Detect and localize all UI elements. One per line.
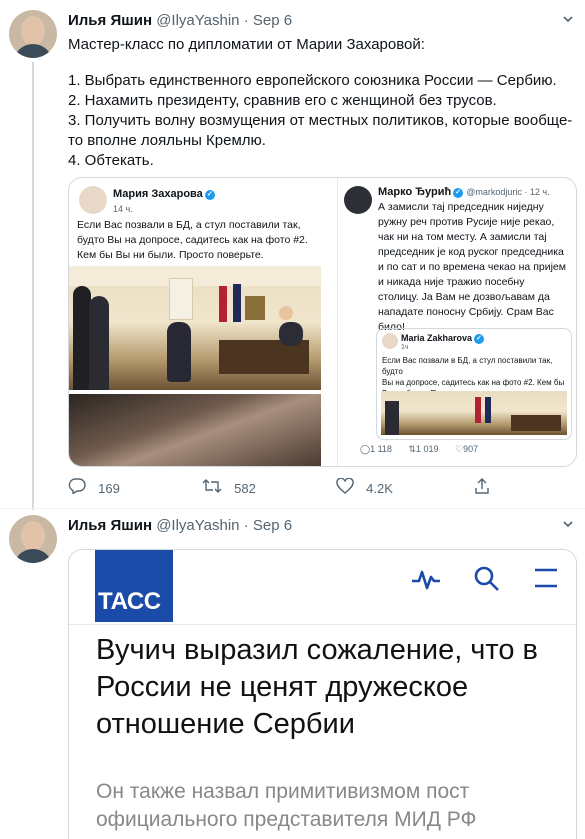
avatar[interactable] bbox=[9, 515, 57, 563]
quote-stats: ◯1 118 ⇅1 019 ♡907 bbox=[360, 444, 479, 454]
tweet-date[interactable]: · Sep 6 bbox=[244, 12, 292, 29]
chevron-down-icon[interactable] bbox=[561, 12, 575, 29]
retweet-icon bbox=[202, 479, 226, 498]
tass-subtitle: Он также назвал примитивизмом пост офици… bbox=[96, 780, 477, 831]
verified-icon: ✓ bbox=[474, 334, 485, 344]
retweet-count: 582 bbox=[234, 481, 256, 496]
author-handle[interactable]: @IlyaYashin bbox=[156, 12, 239, 29]
tweet-header: Илья Яшин @IlyaYashin · Sep 6 bbox=[68, 12, 292, 29]
heart-icon bbox=[336, 477, 358, 498]
avatar[interactable] bbox=[9, 10, 57, 58]
reply-button[interactable]: 169 bbox=[68, 478, 120, 498]
tweet-line: то вполне лояльны Кремлю. bbox=[68, 132, 266, 149]
tweet-line bbox=[68, 55, 573, 71]
tweet-line: Мастер-класс по дипломатии от Марии Заха… bbox=[68, 36, 425, 53]
reply-icon bbox=[68, 478, 90, 498]
djuric-avatar bbox=[344, 186, 372, 214]
verified-icon: ✓ bbox=[204, 190, 215, 200]
zakharova-avatar bbox=[79, 186, 107, 214]
djuric-text: А замисли тај председник ниједну ружну р… bbox=[378, 201, 566, 333]
quote-time: 1ч bbox=[401, 344, 409, 351]
quote-name: Maria Zakharova ✓ bbox=[401, 333, 485, 344]
reply-count: 169 bbox=[98, 481, 120, 496]
tass-screenshot[interactable]: ТАСС Вучич выразил сожаление, что в Росс… bbox=[68, 549, 577, 839]
reply-icon: ◯ bbox=[360, 444, 371, 454]
quoted-tweet[interactable]: Maria Zakharova ✓ 1ч Если Вас позвали в Б… bbox=[376, 328, 572, 440]
thread-line bbox=[32, 62, 34, 510]
media-right-screenshot[interactable]: Марко Ђурић ✓ @markodjuric · 12 ч. А зами… bbox=[337, 178, 576, 466]
tweet-header: Илья Яшин @IlyaYashin · Sep 6 bbox=[68, 517, 292, 534]
like-count: 4.2K bbox=[366, 481, 393, 496]
tweet-media[interactable]: Мария Захарова ✓ 14 ч. Если Вас позвали в… bbox=[68, 177, 577, 467]
retweet-button[interactable]: 582 bbox=[202, 478, 256, 498]
zakharova-name: Мария Захарова ✓ bbox=[113, 188, 215, 200]
tweet-date[interactable]: · Sep 6 bbox=[244, 517, 292, 534]
tweet-1[interactable]: Илья Яшин @IlyaYashin · Sep 6 Мастер-кла… bbox=[0, 0, 585, 510]
tass-header-divider bbox=[69, 624, 576, 625]
quote-avatar bbox=[382, 333, 398, 349]
media-left-screenshot[interactable]: Мария Захарова ✓ 14 ч. Если Вас позвали в… bbox=[69, 178, 331, 466]
tweet-line: 2. Нахамить президенту, сравнив его с же… bbox=[68, 92, 497, 109]
tweet-line: 4. Обтекать. bbox=[68, 152, 154, 169]
tass-logo: ТАСС bbox=[95, 550, 173, 622]
heart-icon: ♡ bbox=[455, 444, 464, 454]
tweet-line: 1. Выбрать единственного европейского со… bbox=[68, 72, 557, 89]
djuric-name: Марко Ђурић ✓ @markodjuric · 12 ч. bbox=[378, 186, 550, 198]
oval-office-photo bbox=[69, 266, 321, 390]
author-name[interactable]: Илья Яшин bbox=[68, 12, 152, 29]
menu-icon[interactable] bbox=[533, 566, 559, 597]
retweet-icon: ⇅ bbox=[408, 444, 416, 454]
quote-photo bbox=[381, 391, 567, 435]
tweet-line: 3. Получить волну возмущения от местных … bbox=[68, 112, 573, 129]
author-handle[interactable]: @IlyaYashin bbox=[156, 517, 239, 534]
zakharova-text: Если Вас позвали в БД, а стул поставили … bbox=[77, 219, 308, 261]
verified-icon: ✓ bbox=[453, 188, 464, 198]
legs-photo bbox=[69, 394, 321, 466]
chevron-down-icon[interactable] bbox=[561, 517, 575, 534]
author-name[interactable]: Илья Яшин bbox=[68, 517, 152, 534]
share-button[interactable] bbox=[474, 478, 498, 498]
pulse-icon[interactable] bbox=[411, 566, 441, 599]
search-icon[interactable] bbox=[474, 566, 500, 599]
like-button[interactable]: 4.2K bbox=[336, 477, 393, 498]
zakharova-time: 14 ч. bbox=[113, 204, 133, 214]
tass-headline[interactable]: Вучич выразил сожаление, что в России не… bbox=[96, 632, 566, 743]
tweet-text: Мастер-класс по дипломатии от Марии Заха… bbox=[68, 35, 573, 171]
share-icon bbox=[474, 478, 490, 498]
